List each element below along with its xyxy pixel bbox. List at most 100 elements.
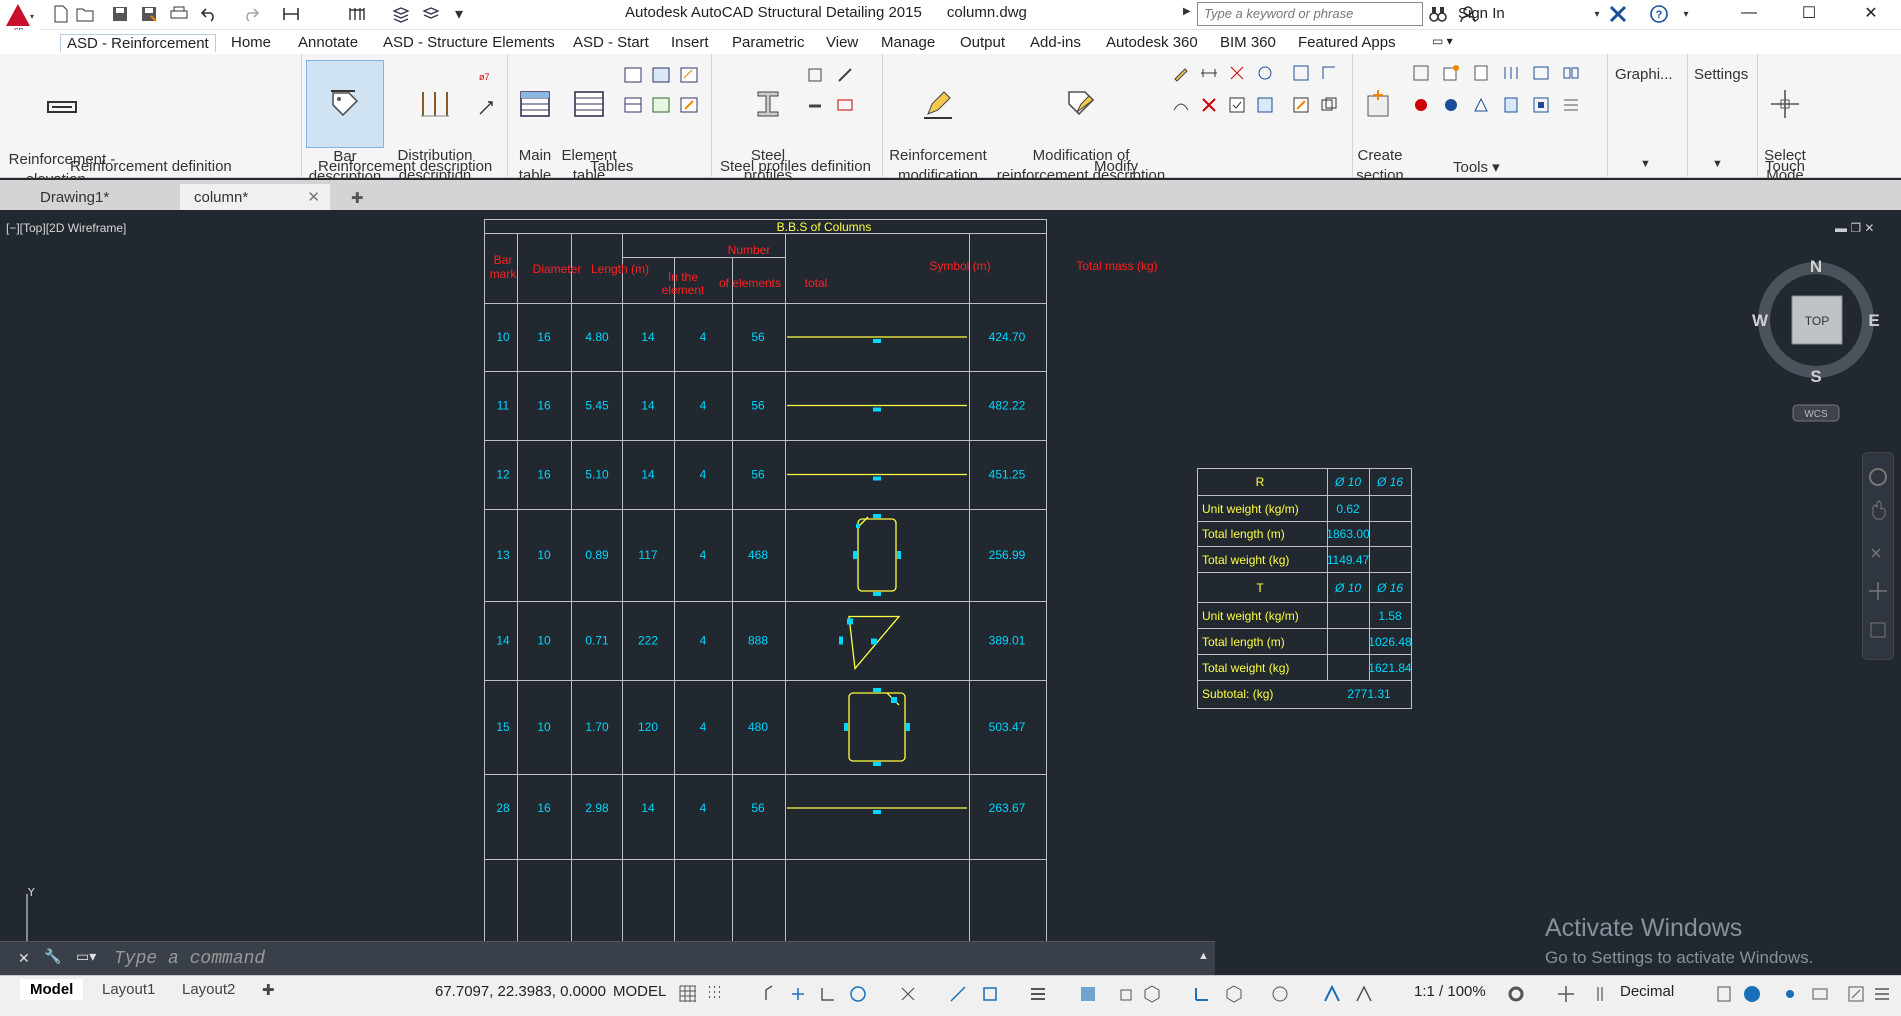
- lineweight-icon[interactable]: [1028, 984, 1048, 1004]
- layout-tab-layout1[interactable]: Layout1: [102, 979, 155, 1000]
- sign-in-chevron-icon[interactable]: ▾: [1586, 3, 1608, 25]
- modify-tool-12-icon[interactable]: [1320, 96, 1338, 114]
- 3d-object-snap-icon[interactable]: [1142, 984, 1162, 1004]
- panel-label-tools[interactable]: Tools ▾: [1453, 158, 1500, 176]
- viewcube[interactable]: TOP N S E W WCS: [1748, 252, 1888, 430]
- zoom-icon[interactable]: [1871, 548, 1881, 558]
- redo-icon[interactable]: [240, 3, 262, 25]
- exchange-apps-icon[interactable]: [1607, 3, 1629, 25]
- binoculars-icon[interactable]: [1427, 3, 1449, 25]
- tool-1-icon[interactable]: [1412, 64, 1430, 82]
- polar-tracking-icon[interactable]: [848, 984, 868, 1004]
- new-file-icon[interactable]: [50, 3, 72, 25]
- new-tab-plus-icon[interactable]: ✚: [346, 184, 370, 210]
- print-icon[interactable]: [168, 3, 190, 25]
- tab-autodesk-360[interactable]: Autodesk 360: [1106, 34, 1198, 51]
- lock-ui-icon[interactable]: [1742, 984, 1762, 1004]
- customization-menu-icon[interactable]: [1872, 984, 1892, 1004]
- tool-5-icon[interactable]: [1532, 64, 1550, 82]
- tool-8-icon[interactable]: [1442, 96, 1460, 114]
- annotation-visibility-icon[interactable]: [1322, 984, 1342, 1004]
- match-properties-icon[interactable]: [280, 3, 302, 25]
- graphics-expand-icon[interactable]: ▼: [1640, 158, 1651, 170]
- pan-hand-icon[interactable]: [1872, 500, 1886, 520]
- tool-6-icon[interactable]: [1562, 64, 1580, 82]
- annotation-monitor-icon[interactable]: [1556, 984, 1576, 1004]
- main-table-button[interactable]: Main table: [514, 66, 556, 186]
- minimize-button[interactable]: —: [1726, 0, 1772, 26]
- layout-tab-layout2[interactable]: Layout2: [182, 979, 235, 1000]
- auto-scale-icon[interactable]: [1354, 984, 1374, 1004]
- tab-add-ins[interactable]: Add-ins: [1030, 34, 1081, 51]
- compass-w[interactable]: W: [1752, 311, 1769, 330]
- modify-tool-10-icon[interactable]: [1256, 96, 1274, 114]
- dynamic-input-icon[interactable]: [788, 984, 808, 1004]
- sign-in-button[interactable]: Sign In: [1458, 5, 1505, 22]
- modify-tool-1-icon[interactable]: [1172, 64, 1190, 82]
- help-chevron-icon[interactable]: ▾: [1675, 3, 1697, 25]
- object-snap-icon[interactable]: [980, 984, 1000, 1004]
- help-icon[interactable]: ?: [1648, 3, 1670, 25]
- modify-tool-11-icon[interactable]: [1292, 96, 1310, 114]
- profile-tool-3-icon[interactable]: [806, 96, 824, 114]
- table-tool-6-icon[interactable]: [680, 96, 698, 114]
- modification-of-reinforcement-description-button[interactable]: Modification of reinforcement descriptio…: [994, 66, 1168, 186]
- command-history-up-icon[interactable]: ▲: [1198, 950, 1209, 962]
- table-tools-icon[interactable]: [346, 3, 368, 25]
- bar-description-button[interactable]: Bar description: [306, 60, 384, 185]
- isolate-objects-icon[interactable]: [1780, 984, 1800, 1004]
- tab-featured-apps[interactable]: Featured Apps: [1298, 34, 1396, 51]
- modify-tool-3-icon[interactable]: [1228, 64, 1246, 82]
- modify-tool-2-icon[interactable]: [1200, 64, 1218, 82]
- viewport-controls[interactable]: [−][Top][2D Wireframe]: [6, 221, 126, 235]
- infer-constraints-icon[interactable]: [762, 984, 782, 1004]
- dynamic-ucs-icon[interactable]: [1192, 984, 1212, 1004]
- tab-asd-reinforcement[interactable]: ASD - Reinforcement: [60, 34, 216, 52]
- settings-expand-icon[interactable]: ▼: [1712, 158, 1723, 170]
- gizmo-icon[interactable]: [1270, 984, 1290, 1004]
- compass-e[interactable]: E: [1868, 311, 1879, 330]
- modify-tool-5-icon[interactable]: [1292, 64, 1310, 82]
- clean-screen-icon[interactable]: [1846, 984, 1866, 1004]
- workspace-gear-icon[interactable]: [1506, 984, 1526, 1004]
- reinforcement-modification-button[interactable]: Reinforcement modification: [888, 66, 988, 186]
- new-layout-plus-icon[interactable]: ✚: [262, 979, 275, 1001]
- tab-asd-start[interactable]: ASD - Start: [573, 34, 649, 51]
- tool-7-icon[interactable]: [1412, 96, 1430, 114]
- table-tool-2-icon[interactable]: [652, 66, 670, 84]
- tool-9-icon[interactable]: [1472, 96, 1490, 114]
- tab-insert[interactable]: Insert: [671, 34, 709, 51]
- tab-output[interactable]: Output: [960, 34, 1005, 51]
- dimension-icon[interactable]: ø7: [478, 68, 496, 86]
- profile-tool-1-icon[interactable]: [806, 66, 824, 84]
- profile-tool-2-icon[interactable]: [836, 66, 854, 84]
- tool-10-icon[interactable]: [1502, 96, 1520, 114]
- ortho-icon[interactable]: [818, 984, 838, 1004]
- tab-parametric[interactable]: Parametric: [732, 34, 805, 51]
- grid-icon[interactable]: [678, 984, 698, 1004]
- compass-s[interactable]: S: [1810, 367, 1821, 386]
- save-as-icon[interactable]: [138, 3, 160, 25]
- model-space-toggle[interactable]: MODEL: [613, 983, 666, 1000]
- viewport-window-controls[interactable]: ▬ ❐ ✕: [1835, 221, 1874, 235]
- object-snap-tracking-icon[interactable]: [948, 984, 968, 1004]
- table-tool-5-icon[interactable]: [652, 96, 670, 114]
- showmotion-icon[interactable]: [1870, 622, 1886, 638]
- tab-bim-360[interactable]: BIM 360: [1220, 34, 1276, 51]
- tab-home[interactable]: Home: [231, 34, 271, 51]
- graphics-panel-label[interactable]: Graphi...: [1615, 66, 1673, 83]
- selection-filter-icon[interactable]: [1224, 984, 1244, 1004]
- steering-wheel-icon[interactable]: [1869, 468, 1887, 486]
- orbit-icon[interactable]: [1869, 582, 1887, 600]
- snap-icon[interactable]: [706, 984, 726, 1004]
- table-tool-3-icon[interactable]: [680, 66, 698, 84]
- tool-2-icon[interactable]: [1442, 64, 1460, 82]
- modify-tool-4-icon[interactable]: [1256, 64, 1274, 82]
- modify-tool-6-icon[interactable]: [1320, 64, 1338, 82]
- table-tool-4-icon[interactable]: [624, 96, 642, 114]
- doc-tab-drawing1[interactable]: Drawing1*: [26, 184, 176, 210]
- quick-properties-icon[interactable]: [1714, 984, 1734, 1004]
- doc-tab-column[interactable]: column* ✕: [180, 184, 330, 210]
- coordinates-readout[interactable]: 67.7097, 22.3983, 0.0000: [435, 983, 606, 1000]
- tool-11-icon[interactable]: [1532, 96, 1550, 114]
